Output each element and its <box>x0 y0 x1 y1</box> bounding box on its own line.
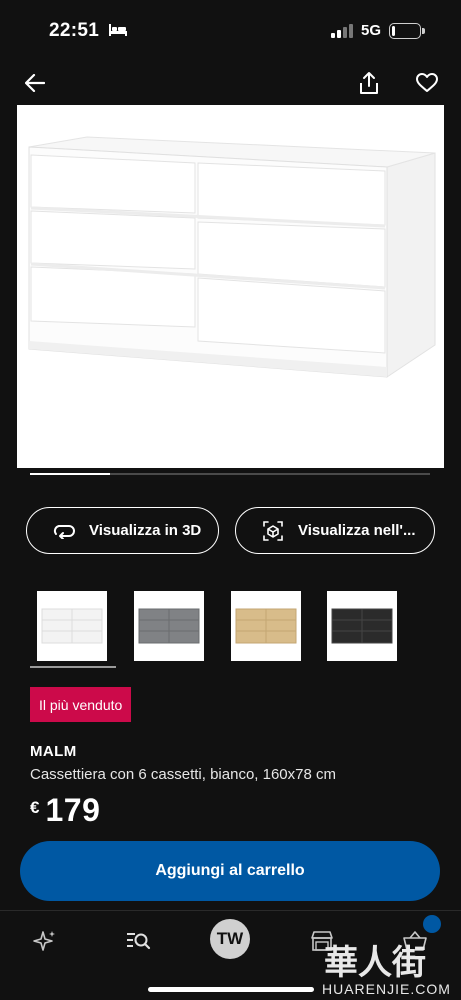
dresser-thumbnail-oak <box>235 608 297 644</box>
dresser-thumbnail-grey <box>138 608 200 644</box>
heart-icon <box>416 73 438 92</box>
network-type: 5G <box>360 22 381 39</box>
image-carousel-indicator[interactable] <box>30 473 430 475</box>
favorite-button[interactable] <box>412 68 442 98</box>
ar-cube-icon <box>263 520 283 541</box>
status-time: 22:51 <box>49 20 128 42</box>
svg-text:HUARENJIE.COM: HUARENJIE.COM <box>322 981 451 997</box>
watermark-logo: 華人街 HUARENJIE.COM <box>318 938 458 998</box>
product-description: Cassettiera con 6 cassetti, bianco, 160x… <box>30 766 336 783</box>
dresser-thumbnail-black <box>331 608 393 644</box>
svg-text:華人街: 華人街 <box>324 943 426 983</box>
back-button[interactable] <box>20 68 50 98</box>
battery-icon <box>389 22 425 39</box>
product-price: € 179 <box>30 792 100 829</box>
price-currency: € <box>30 798 40 817</box>
swatch-oak[interactable] <box>231 591 301 661</box>
swatch-black[interactable] <box>327 591 397 661</box>
status-bar: 22:51 5G <box>0 0 461 62</box>
swatch-white[interactable] <box>37 591 107 661</box>
dresser-thumbnail-white <box>41 608 103 644</box>
bestseller-badge: Il più venduto <box>30 687 132 722</box>
view-3d-button[interactable]: Visualizza in 3D <box>26 507 219 554</box>
view-3d-label: Visualizza in 3D <box>89 522 202 539</box>
product-name: MALM <box>30 743 77 760</box>
battery-level <box>392 25 395 36</box>
view-in-room-button[interactable]: Visualizza nell'... <box>235 507 435 554</box>
price-amount: 179 <box>45 792 101 828</box>
top-navigation <box>0 62 461 102</box>
dresser-illustration <box>28 136 436 378</box>
watermark-text: 華人街 HUARENJIE.COM <box>322 943 451 997</box>
swatch-grey[interactable] <box>134 591 204 661</box>
add-to-cart-label: Aggiungi al carrello <box>155 862 305 879</box>
share-icon <box>360 72 378 94</box>
selected-swatch-indicator <box>30 666 116 668</box>
cart-notification-badge <box>423 915 441 933</box>
sparkle-icon <box>33 931 55 951</box>
rotate-3d-icon <box>53 524 75 539</box>
carousel-position <box>30 473 110 475</box>
share-button[interactable] <box>354 68 384 98</box>
status-time-text: 22:51 <box>49 20 100 41</box>
status-indicators: 5G <box>330 22 425 39</box>
add-to-cart-button[interactable]: Aggiungi al carrello <box>20 841 440 901</box>
view-in-room-label: Visualizza nell'... <box>298 522 416 539</box>
sleep-bed-icon <box>108 24 127 36</box>
tab-search[interactable] <box>120 923 156 959</box>
tab-inspiration[interactable] <box>27 923 63 959</box>
signal-strength-icon <box>330 23 353 38</box>
avatar-initials: TW <box>216 929 244 948</box>
profile-avatar[interactable]: TW <box>210 919 250 959</box>
search-list-icon <box>127 933 151 950</box>
product-image[interactable] <box>17 105 444 468</box>
arrow-left-icon <box>25 74 45 92</box>
home-indicator <box>148 987 314 992</box>
